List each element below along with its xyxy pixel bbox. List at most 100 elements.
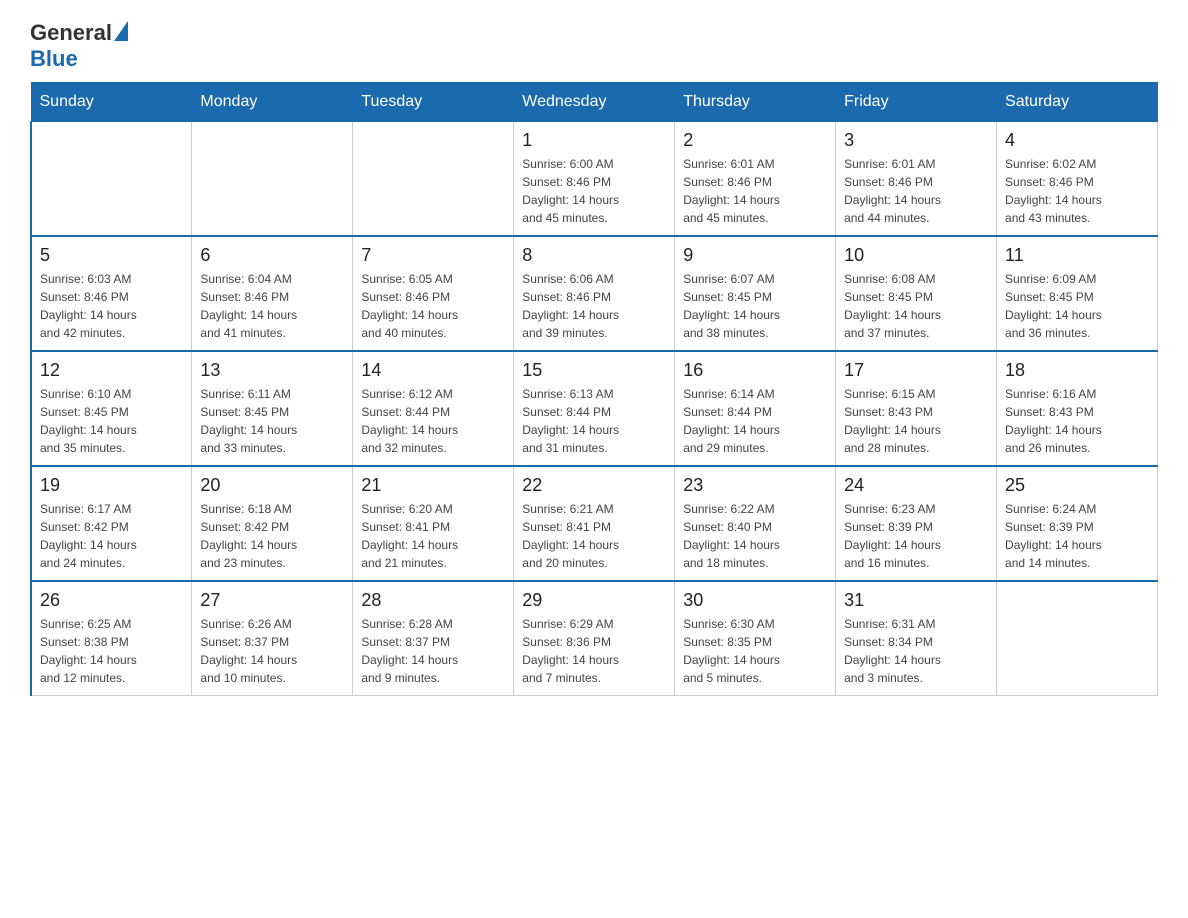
- day-info: Sunrise: 6:09 AM Sunset: 8:45 PM Dayligh…: [1005, 270, 1149, 342]
- weekday-header-saturday: Saturday: [997, 83, 1158, 122]
- calendar-table: SundayMondayTuesdayWednesdayThursdayFrid…: [30, 82, 1158, 696]
- day-number: 25: [1005, 475, 1149, 496]
- weekday-header-wednesday: Wednesday: [514, 83, 675, 122]
- day-number: 16: [683, 360, 827, 381]
- calendar-day-cell: 1 Sunrise: 6:00 AM Sunset: 8:46 PM Daylig…: [514, 122, 675, 237]
- calendar-day-cell: [997, 581, 1158, 696]
- day-info: Sunrise: 6:01 AM Sunset: 8:46 PM Dayligh…: [683, 155, 827, 227]
- day-info: Sunrise: 6:07 AM Sunset: 8:45 PM Dayligh…: [683, 270, 827, 342]
- day-number: 22: [522, 475, 666, 496]
- day-info: Sunrise: 6:01 AM Sunset: 8:46 PM Dayligh…: [844, 155, 988, 227]
- day-info: Sunrise: 6:23 AM Sunset: 8:39 PM Dayligh…: [844, 500, 988, 572]
- day-info: Sunrise: 6:21 AM Sunset: 8:41 PM Dayligh…: [522, 500, 666, 572]
- calendar-week-row: 26 Sunrise: 6:25 AM Sunset: 8:38 PM Dayli…: [31, 581, 1158, 696]
- calendar-day-cell: 10 Sunrise: 6:08 AM Sunset: 8:45 PM Dayli…: [836, 236, 997, 351]
- calendar-day-cell: 23 Sunrise: 6:22 AM Sunset: 8:40 PM Dayli…: [675, 466, 836, 581]
- weekday-header-sunday: Sunday: [31, 83, 192, 122]
- calendar-day-cell: 31 Sunrise: 6:31 AM Sunset: 8:34 PM Dayli…: [836, 581, 997, 696]
- day-number: 11: [1005, 245, 1149, 266]
- day-info: Sunrise: 6:26 AM Sunset: 8:37 PM Dayligh…: [200, 615, 344, 687]
- logo: General Blue: [30, 20, 128, 72]
- day-number: 6: [200, 245, 344, 266]
- day-number: 26: [40, 590, 183, 611]
- day-number: 23: [683, 475, 827, 496]
- calendar-day-cell: 9 Sunrise: 6:07 AM Sunset: 8:45 PM Daylig…: [675, 236, 836, 351]
- day-info: Sunrise: 6:12 AM Sunset: 8:44 PM Dayligh…: [361, 385, 505, 457]
- day-info: Sunrise: 6:28 AM Sunset: 8:37 PM Dayligh…: [361, 615, 505, 687]
- day-number: 9: [683, 245, 827, 266]
- day-number: 5: [40, 245, 183, 266]
- day-number: 14: [361, 360, 505, 381]
- calendar-day-cell: 18 Sunrise: 6:16 AM Sunset: 8:43 PM Dayli…: [997, 351, 1158, 466]
- calendar-day-cell: 5Sunrise: 6:03 AM Sunset: 8:46 PM Daylig…: [31, 236, 192, 351]
- weekday-header-row: SundayMondayTuesdayWednesdayThursdayFrid…: [31, 83, 1158, 122]
- day-info: Sunrise: 6:08 AM Sunset: 8:45 PM Dayligh…: [844, 270, 988, 342]
- day-info: Sunrise: 6:22 AM Sunset: 8:40 PM Dayligh…: [683, 500, 827, 572]
- calendar-day-cell: 19Sunrise: 6:17 AM Sunset: 8:42 PM Dayli…: [31, 466, 192, 581]
- logo-triangle-icon: [114, 21, 128, 41]
- calendar-day-cell: 15 Sunrise: 6:13 AM Sunset: 8:44 PM Dayli…: [514, 351, 675, 466]
- calendar-day-cell: 14 Sunrise: 6:12 AM Sunset: 8:44 PM Dayli…: [353, 351, 514, 466]
- day-number: 27: [200, 590, 344, 611]
- logo-general-text: General: [30, 20, 112, 46]
- day-number: 29: [522, 590, 666, 611]
- calendar-day-cell: [31, 122, 192, 237]
- calendar-day-cell: 4 Sunrise: 6:02 AM Sunset: 8:46 PM Daylig…: [997, 122, 1158, 237]
- calendar-day-cell: 26 Sunrise: 6:25 AM Sunset: 8:38 PM Dayli…: [31, 581, 192, 696]
- day-info: Sunrise: 6:04 AM Sunset: 8:46 PM Dayligh…: [200, 270, 344, 342]
- day-info: Sunrise: 6:18 AM Sunset: 8:42 PM Dayligh…: [200, 500, 344, 572]
- day-info: Sunrise: 6:24 AM Sunset: 8:39 PM Dayligh…: [1005, 500, 1149, 572]
- weekday-header-friday: Friday: [836, 83, 997, 122]
- day-number: 19: [40, 475, 183, 496]
- calendar-day-cell: 11 Sunrise: 6:09 AM Sunset: 8:45 PM Dayli…: [997, 236, 1158, 351]
- page-header: General Blue: [30, 20, 1158, 72]
- day-info: Sunrise: 6:15 AM Sunset: 8:43 PM Dayligh…: [844, 385, 988, 457]
- calendar-day-cell: 25 Sunrise: 6:24 AM Sunset: 8:39 PM Dayli…: [997, 466, 1158, 581]
- day-info: Sunrise: 6:11 AM Sunset: 8:45 PM Dayligh…: [200, 385, 344, 457]
- day-info: Sunrise: 6:16 AM Sunset: 8:43 PM Dayligh…: [1005, 385, 1149, 457]
- calendar-day-cell: 27 Sunrise: 6:26 AM Sunset: 8:37 PM Dayli…: [192, 581, 353, 696]
- day-number: 15: [522, 360, 666, 381]
- calendar-day-cell: [192, 122, 353, 237]
- day-number: 20: [200, 475, 344, 496]
- day-number: 12: [40, 360, 183, 381]
- day-number: 24: [844, 475, 988, 496]
- calendar-day-cell: 6 Sunrise: 6:04 AM Sunset: 8:46 PM Daylig…: [192, 236, 353, 351]
- calendar-day-cell: 21Sunrise: 6:20 AM Sunset: 8:41 PM Dayli…: [353, 466, 514, 581]
- calendar-day-cell: 12 Sunrise: 6:10 AM Sunset: 8:45 PM Dayli…: [31, 351, 192, 466]
- day-number: 7: [361, 245, 505, 266]
- day-number: 31: [844, 590, 988, 611]
- day-number: 21: [361, 475, 505, 496]
- calendar-day-cell: 20 Sunrise: 6:18 AM Sunset: 8:42 PM Dayli…: [192, 466, 353, 581]
- day-number: 18: [1005, 360, 1149, 381]
- day-number: 10: [844, 245, 988, 266]
- day-info: Sunrise: 6:13 AM Sunset: 8:44 PM Dayligh…: [522, 385, 666, 457]
- calendar-day-cell: 29 Sunrise: 6:29 AM Sunset: 8:36 PM Dayli…: [514, 581, 675, 696]
- day-info: Sunrise: 6:29 AM Sunset: 8:36 PM Dayligh…: [522, 615, 666, 687]
- calendar-day-cell: 28 Sunrise: 6:28 AM Sunset: 8:37 PM Dayli…: [353, 581, 514, 696]
- day-info: Sunrise: 6:06 AM Sunset: 8:46 PM Dayligh…: [522, 270, 666, 342]
- weekday-header-tuesday: Tuesday: [353, 83, 514, 122]
- day-info: Sunrise: 6:14 AM Sunset: 8:44 PM Dayligh…: [683, 385, 827, 457]
- day-info: Sunrise: 6:25 AM Sunset: 8:38 PM Dayligh…: [40, 615, 183, 687]
- day-info: Sunrise: 6:10 AM Sunset: 8:45 PM Dayligh…: [40, 385, 183, 457]
- calendar-day-cell: 22 Sunrise: 6:21 AM Sunset: 8:41 PM Dayli…: [514, 466, 675, 581]
- calendar-week-row: 1 Sunrise: 6:00 AM Sunset: 8:46 PM Daylig…: [31, 122, 1158, 237]
- day-number: 3: [844, 130, 988, 151]
- day-info: Sunrise: 6:02 AM Sunset: 8:46 PM Dayligh…: [1005, 155, 1149, 227]
- calendar-day-cell: 24 Sunrise: 6:23 AM Sunset: 8:39 PM Dayli…: [836, 466, 997, 581]
- day-info: Sunrise: 6:00 AM Sunset: 8:46 PM Dayligh…: [522, 155, 666, 227]
- day-number: 2: [683, 130, 827, 151]
- weekday-header-monday: Monday: [192, 83, 353, 122]
- calendar-day-cell: 2 Sunrise: 6:01 AM Sunset: 8:46 PM Daylig…: [675, 122, 836, 237]
- calendar-day-cell: [353, 122, 514, 237]
- day-number: 1: [522, 130, 666, 151]
- calendar-day-cell: 7Sunrise: 6:05 AM Sunset: 8:46 PM Daylig…: [353, 236, 514, 351]
- day-number: 13: [200, 360, 344, 381]
- calendar-day-cell: 3 Sunrise: 6:01 AM Sunset: 8:46 PM Daylig…: [836, 122, 997, 237]
- day-info: Sunrise: 6:31 AM Sunset: 8:34 PM Dayligh…: [844, 615, 988, 687]
- day-number: 28: [361, 590, 505, 611]
- calendar-day-cell: 13 Sunrise: 6:11 AM Sunset: 8:45 PM Dayli…: [192, 351, 353, 466]
- day-number: 4: [1005, 130, 1149, 151]
- weekday-header-thursday: Thursday: [675, 83, 836, 122]
